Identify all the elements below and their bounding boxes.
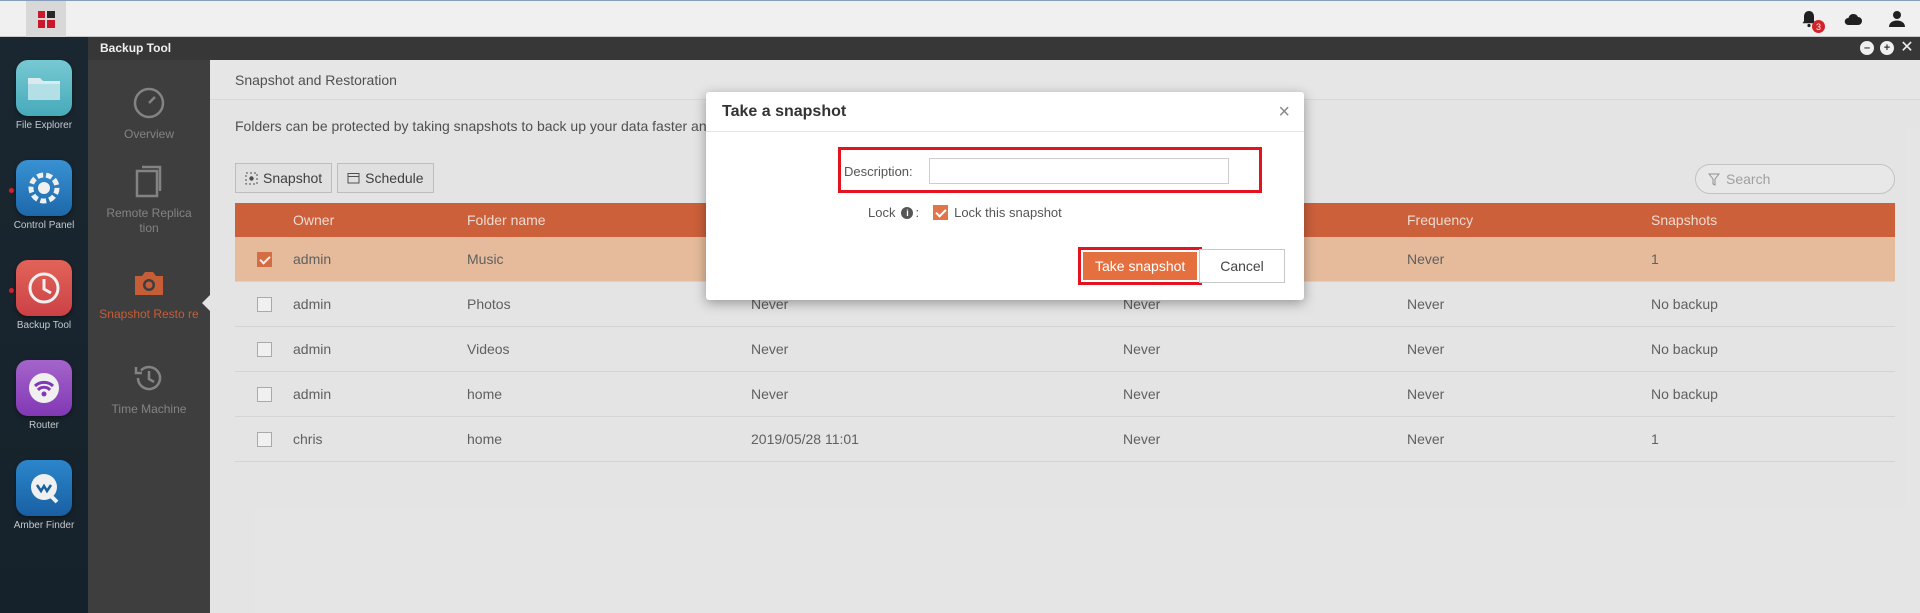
description-label: Description:	[844, 164, 913, 179]
close-icon[interactable]: ×	[1278, 92, 1290, 132]
cancel-button[interactable]: Cancel	[1199, 249, 1285, 283]
lock-checkbox[interactable]	[933, 205, 949, 220]
lock-checkbox-label[interactable]: Lock this snapshot	[954, 205, 1062, 220]
take-snapshot-dialog: Take a snapshot × Description: Lock i: L…	[706, 92, 1304, 300]
take-snapshot-highlight: Take snapshot	[1078, 247, 1203, 285]
dialog-title: Take a snapshot	[722, 103, 847, 120]
description-highlight: Description:	[838, 147, 1262, 193]
description-input[interactable]	[929, 158, 1229, 184]
info-icon[interactable]: i	[901, 206, 914, 219]
lock-label: Lock	[868, 205, 896, 220]
take-snapshot-button[interactable]: Take snapshot	[1083, 252, 1198, 280]
